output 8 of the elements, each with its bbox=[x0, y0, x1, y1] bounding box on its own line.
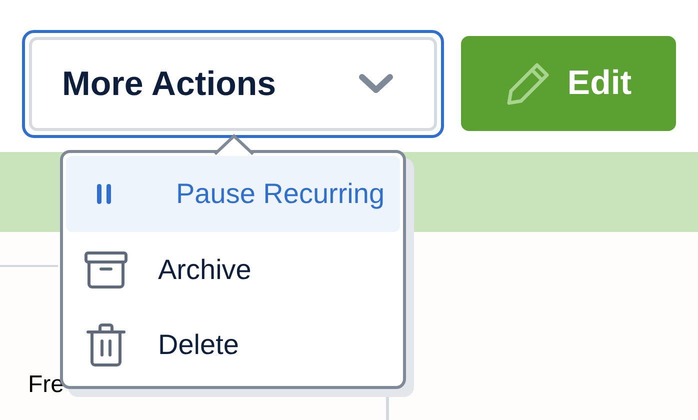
chevron-down-icon bbox=[358, 73, 394, 95]
more-actions-button[interactable]: More Actions bbox=[22, 30, 444, 138]
menu-item[interactable]: Pause Recurring bbox=[66, 156, 400, 232]
pause-icon bbox=[96, 182, 112, 205]
pencil-icon bbox=[505, 60, 552, 106]
row-text: Fre bbox=[28, 371, 64, 398]
trash-icon bbox=[86, 323, 126, 368]
archive-box-icon bbox=[84, 250, 128, 288]
